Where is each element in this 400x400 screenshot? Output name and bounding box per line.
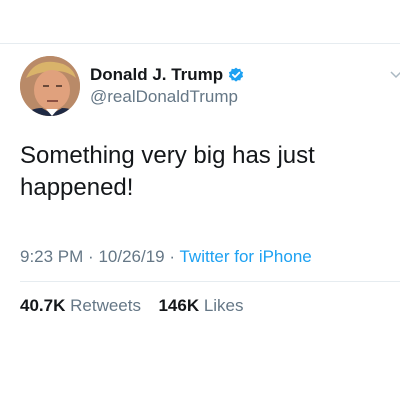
avatar[interactable] bbox=[20, 56, 80, 116]
display-name[interactable]: Donald J. Trump bbox=[90, 65, 223, 85]
retweets-count: 40.7K bbox=[20, 296, 66, 315]
likes-stat[interactable]: 146K Likes bbox=[158, 296, 243, 315]
tweet-text: Something very big has just happened! bbox=[20, 142, 315, 201]
stats-divider bbox=[20, 281, 400, 282]
top-divider bbox=[0, 43, 400, 44]
verified-badge-icon bbox=[228, 67, 244, 83]
tweet-stats: 40.7K Retweets 146K Likes bbox=[20, 296, 244, 316]
retweets-stat[interactable]: 40.7K Retweets bbox=[20, 296, 146, 315]
meta-separator: · bbox=[88, 247, 94, 266]
meta-separator: · bbox=[169, 247, 176, 266]
tweet-view: Donald J. Trump @realDonaldTrump Somethi… bbox=[0, 0, 400, 400]
retweets-label: Retweets bbox=[70, 296, 141, 315]
name-row: Donald J. Trump bbox=[90, 64, 244, 86]
tweet-source-link[interactable]: Twitter for iPhone bbox=[179, 247, 311, 266]
user-handle[interactable]: @realDonaldTrump bbox=[90, 87, 238, 107]
tweet-date[interactable]: 10/26/19 bbox=[98, 247, 164, 266]
profile-photo-icon bbox=[20, 56, 80, 116]
tweet-meta: 9:23 PM · 10/26/19 · Twitter for iPhone bbox=[20, 247, 312, 267]
tweet-time[interactable]: 9:23 PM bbox=[20, 247, 83, 266]
chevron-down-icon[interactable] bbox=[390, 70, 400, 80]
likes-label: Likes bbox=[203, 296, 244, 315]
likes-count: 146K bbox=[158, 296, 200, 315]
